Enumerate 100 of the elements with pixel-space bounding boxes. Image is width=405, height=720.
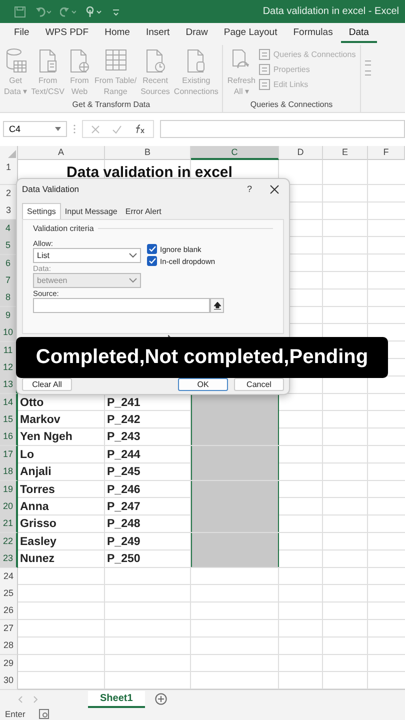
ribbon-tab[interactable]: Draw — [178, 25, 216, 43]
row-header[interactable]: 13 — [0, 376, 18, 394]
redo-icon[interactable] — [60, 6, 76, 18]
collapse-button[interactable] — [210, 298, 224, 313]
row-header[interactable]: 23 — [0, 550, 18, 568]
dialog-tab[interactable]: Input Message — [60, 203, 122, 219]
save-icon[interactable] — [14, 6, 26, 18]
upload-arrow-icon — [214, 302, 220, 310]
column-header[interactable]: F — [368, 146, 405, 160]
allow-dropdown[interactable]: List — [33, 248, 141, 263]
table-cell: Yen Ngeh — [20, 431, 72, 444]
table-cell: P_244 — [107, 448, 140, 461]
row-header[interactable]: 20 — [0, 498, 18, 516]
table-cell: P_246 — [107, 484, 140, 496]
row-header[interactable]: 28 — [0, 637, 18, 656]
row-header[interactable]: 21 — [0, 515, 18, 534]
dialog-tab[interactable]: Settings — [22, 203, 61, 219]
sheet-title: Data validation in excel — [66, 164, 232, 180]
row-header[interactable]: 25 — [0, 584, 18, 603]
row-header[interactable]: 15 — [0, 411, 18, 430]
table-cell: P_241 — [107, 396, 140, 409]
function-icon[interactable] — [134, 124, 145, 134]
group-label: Queries & Connections — [249, 100, 334, 111]
touch-mode-icon[interactable] — [85, 6, 103, 18]
table-cell: Grisso — [20, 518, 56, 530]
column-header[interactable]: C — [191, 146, 279, 160]
name-box[interactable]: C4 — [3, 121, 67, 137]
column-header[interactable]: D — [279, 146, 323, 160]
row-header[interactable]: 19 — [0, 480, 18, 499]
source-field[interactable] — [33, 298, 210, 313]
row-header[interactable]: 30 — [0, 672, 18, 690]
status-mode: Enter — [5, 709, 26, 720]
section-label: Validation criteria — [33, 224, 94, 233]
cancel-icon[interactable] — [91, 124, 100, 134]
ribbon-tab[interactable]: Data — [340, 25, 377, 43]
selected-cell[interactable] — [191, 480, 279, 498]
ribbon-tab[interactable]: Home — [96, 25, 138, 43]
ribbon-tab[interactable]: WPS PDF — [37, 25, 97, 43]
chevron-icon — [129, 253, 137, 258]
row-header[interactable]: 16 — [0, 428, 18, 446]
dialog-tab[interactable]: Error Alert — [121, 203, 166, 219]
table-cell: Otto — [20, 396, 44, 409]
ok-button[interactable]: OK — [178, 378, 228, 391]
check-icon[interactable] — [112, 124, 122, 134]
table-cell: P_243 — [107, 431, 140, 444]
row-header[interactable]: 10 — [0, 324, 18, 342]
selected-cell[interactable] — [191, 428, 279, 446]
selected-cell[interactable] — [191, 515, 279, 532]
table-cell: Anjali — [20, 466, 52, 478]
row-header[interactable]: 24 — [0, 568, 18, 586]
row-header[interactable]: 18 — [0, 463, 18, 482]
table-cell: Easley — [20, 536, 56, 548]
dialog-title: Data Validation — [22, 184, 80, 194]
ribbon-tab[interactable]: Insert — [138, 25, 178, 43]
column-header[interactable]: E — [323, 146, 368, 160]
row-header[interactable]: 14 — [0, 394, 18, 412]
triangle-icon — [8, 150, 16, 158]
table-cell: P_250 — [107, 553, 140, 566]
table-cell: P_247 — [107, 501, 140, 514]
selected-cell[interactable] — [191, 532, 279, 550]
table-cell: Nunez — [20, 553, 54, 566]
row-header[interactable]: 17 — [0, 446, 18, 464]
macro-icon[interactable] — [39, 709, 50, 720]
row-header[interactable]: 29 — [0, 654, 18, 673]
clear-all-button[interactable]: Clear All — [22, 378, 72, 391]
row-header[interactable]: 22 — [0, 532, 18, 551]
cancel-button[interactable]: Cancel — [234, 378, 284, 391]
table-cell: P_249 — [107, 536, 140, 548]
document-icon — [68, 48, 90, 74]
caption-overlay: Completed,Not completed,Pending — [16, 337, 388, 378]
sheet-tab[interactable]: Sheet1 — [88, 690, 145, 708]
selected-cell[interactable] — [191, 550, 279, 568]
column-header[interactable]: A — [18, 146, 105, 160]
document-icon — [259, 64, 270, 75]
document-icon — [36, 48, 59, 74]
ribbon-tab[interactable]: Formulas — [285, 25, 341, 43]
ribbon-tab[interactable]: Page Layout — [216, 25, 286, 43]
row-header[interactable]: 27 — [0, 620, 18, 638]
dropdown-icon — [55, 127, 61, 131]
table-cell: Anna — [20, 501, 49, 514]
grip-icon — [73, 124, 76, 134]
chevron-icon — [129, 278, 137, 283]
document-icon — [259, 49, 270, 60]
document-icon — [185, 48, 208, 74]
database-icon — [4, 48, 27, 74]
table-cell: P_245 — [107, 466, 140, 478]
window-title: Data validation in excel - Excel — [262, 6, 399, 17]
add-sheet-icon[interactable] — [154, 693, 167, 706]
selected-cell[interactable] — [191, 446, 279, 463]
customize-icon[interactable] — [112, 6, 120, 16]
column-header[interactable]: B — [105, 146, 191, 160]
row-header[interactable]: 1 — [0, 159, 18, 185]
formula-input[interactable] — [160, 120, 405, 138]
ribbon-tab[interactable]: File — [6, 25, 38, 43]
selected-cell[interactable] — [191, 463, 279, 480]
help-button[interactable]: ? — [240, 183, 258, 195]
table-cell: P_248 — [107, 518, 140, 530]
row-header[interactable]: 26 — [0, 602, 18, 620]
undo-icon[interactable] — [35, 6, 51, 18]
group-label: Get & Transform Data — [71, 100, 152, 111]
